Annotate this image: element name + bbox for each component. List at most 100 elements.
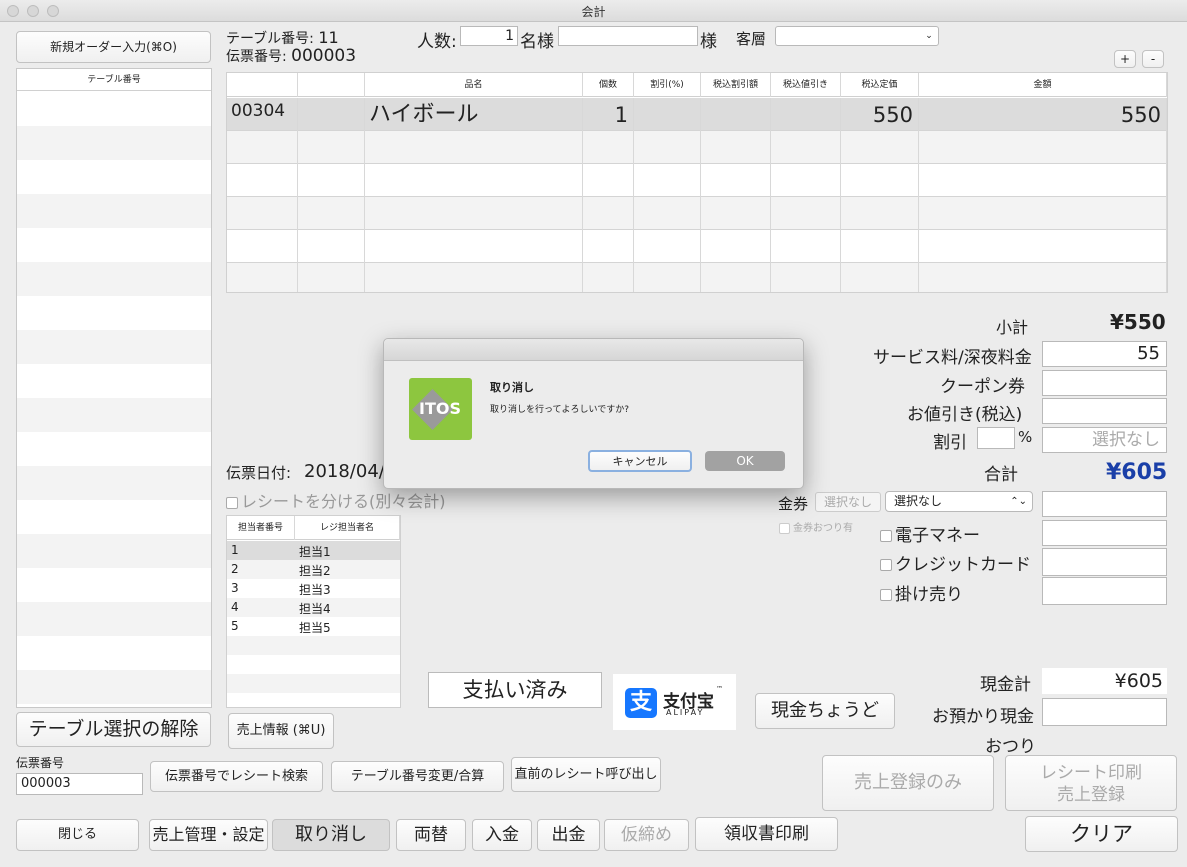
table-number-row[interactable]: [17, 296, 211, 330]
withdraw-button[interactable]: 出金: [537, 819, 600, 851]
cell-quantity: [583, 230, 634, 263]
table-number-row[interactable]: [17, 364, 211, 398]
staff-row[interactable]: [227, 693, 400, 707]
order-items-table[interactable]: 品名 個数 割引(%) 税込割引額 税込値引き 税込定価 金額 00304 ハイボール 1 550…: [226, 72, 1168, 293]
table-number-row[interactable]: [17, 500, 211, 534]
customer-type-label: 客層: [736, 30, 767, 48]
dialog-cancel-button[interactable]: キャンセル: [588, 450, 692, 472]
voucher-amount-input[interactable]: [1042, 491, 1167, 517]
staff-row[interactable]: [227, 655, 400, 674]
emoney-checkbox[interactable]: 電子マネー: [880, 521, 980, 546]
staff-row[interactable]: 5 担当5: [227, 617, 400, 636]
order-item-row[interactable]: [227, 164, 1167, 197]
cell-amount: 550: [919, 98, 1167, 131]
clear-button[interactable]: クリア: [1025, 816, 1178, 852]
staff-row[interactable]: 4 担当4: [227, 598, 400, 617]
header-staff-number: 担当者番号: [227, 516, 295, 540]
staff-row[interactable]: 2 担当2: [227, 560, 400, 579]
checkbox-icon: [779, 522, 790, 534]
voucher-tag[interactable]: 選択なし: [815, 492, 881, 512]
cell-code: [227, 230, 298, 263]
cancel-confirm-dialog: ITOS 取り消し 取り消しを行ってよろしいですか? キャンセル OK: [383, 338, 804, 489]
search-receipt-button[interactable]: 伝票番号でレシート検索: [150, 761, 323, 792]
discount-yen-input[interactable]: [1042, 398, 1167, 424]
staff-row[interactable]: [227, 636, 400, 655]
alipay-button[interactable]: 支 支付宝 ™ ALIPAY: [613, 674, 736, 730]
exchange-button[interactable]: 両替: [396, 819, 466, 851]
release-table-button[interactable]: テーブル選択の解除: [16, 712, 211, 747]
customer-type-select[interactable]: ⌄: [775, 26, 939, 46]
recall-receipt-button[interactable]: 直前のレシート呼び出し: [511, 757, 661, 792]
emoney-input[interactable]: [1042, 520, 1167, 546]
cell-quantity: [583, 164, 634, 197]
emoney-label: 電子マネー: [895, 526, 980, 546]
sales-info-button[interactable]: 売上情報 (⌘U): [228, 713, 334, 749]
exact-cash-button[interactable]: 現金ちょうど: [755, 693, 895, 729]
sales-management-button[interactable]: 売上管理・設定: [149, 819, 268, 851]
discount-select[interactable]: 選択なし: [1042, 427, 1167, 453]
table-number-row[interactable]: [17, 228, 211, 262]
coupon-input[interactable]: [1042, 370, 1167, 396]
order-item-row[interactable]: [227, 230, 1167, 263]
cell-tax-price-cut: [771, 98, 841, 131]
table-number-list[interactable]: テーブル番号: [16, 68, 212, 708]
table-number-row[interactable]: [17, 568, 211, 602]
order-item-row[interactable]: 00304 ハイボール 1 550 550: [227, 98, 1167, 131]
table-number-row[interactable]: [17, 92, 211, 126]
dialog-ok-button[interactable]: OK: [705, 451, 785, 471]
itos-logo-text: ITOS: [419, 399, 461, 418]
staff-row[interactable]: 1 担当1: [227, 541, 400, 560]
order-item-row[interactable]: [227, 197, 1167, 230]
cell-quantity: [583, 197, 634, 230]
table-number-row[interactable]: [17, 330, 211, 364]
credit-card-input[interactable]: [1042, 548, 1167, 576]
table-number-row[interactable]: [17, 466, 211, 500]
remove-row-button[interactable]: -: [1142, 50, 1164, 68]
paid-status-box[interactable]: 支払い済み: [428, 672, 602, 708]
temp-close-button[interactable]: 仮締め: [604, 819, 689, 851]
staff-row[interactable]: [227, 674, 400, 693]
order-item-row[interactable]: [227, 131, 1167, 164]
table-number-row[interactable]: [17, 194, 211, 228]
table-number-row[interactable]: [17, 126, 211, 160]
register-only-button[interactable]: 売上登録のみ: [822, 755, 994, 811]
table-number-row[interactable]: [17, 432, 211, 466]
checkbox-icon: [226, 496, 238, 509]
table-number-row[interactable]: [17, 602, 211, 636]
staff-row[interactable]: 3 担当3: [227, 579, 400, 598]
credit-sale-checkbox[interactable]: 掛け売り: [880, 580, 963, 605]
order-item-row[interactable]: [227, 263, 1167, 292]
print-register-button[interactable]: レシート印刷 売上登録: [1005, 755, 1177, 811]
window-title: 会計: [581, 5, 606, 19]
table-number-row[interactable]: [17, 636, 211, 670]
voucher-change-checkbox[interactable]: 金券おつり有: [779, 519, 853, 534]
table-number-row[interactable]: [17, 262, 211, 296]
discount-percent-input[interactable]: [977, 427, 1015, 449]
credit-sale-input[interactable]: [1042, 577, 1167, 605]
table-number-header: テーブル番号: [17, 69, 211, 91]
service-charge-input[interactable]: 55: [1042, 341, 1167, 367]
cancel-button[interactable]: 取り消し: [272, 819, 390, 851]
cell-unit-price: [841, 263, 919, 292]
print-receipt-button[interactable]: 領収書印刷: [695, 817, 838, 851]
voucher-select[interactable]: 選択なし ⌃⌄: [885, 491, 1033, 512]
people-input[interactable]: 1: [460, 26, 518, 46]
cash-deposit-input[interactable]: [1042, 698, 1167, 726]
table-number-row[interactable]: [17, 398, 211, 432]
bottom-slip-number-input[interactable]: 000003: [16, 773, 143, 795]
change-table-button[interactable]: テーブル番号変更/合算: [331, 761, 504, 792]
staff-table-header: 担当者番号 レジ担当者名: [227, 516, 400, 540]
customer-name-input[interactable]: [558, 26, 698, 46]
table-number-row[interactable]: [17, 160, 211, 194]
split-receipt-checkbox[interactable]: レシートを分ける(別々会計): [226, 488, 446, 512]
staff-table[interactable]: 担当者番号 レジ担当者名 1 担当1 2 担当2 3 担当3 4 担当4 5 担当5: [226, 515, 401, 708]
credit-card-checkbox[interactable]: クレジットカード: [880, 550, 1031, 575]
table-number-row[interactable]: [17, 670, 211, 704]
table-number-row[interactable]: [17, 534, 211, 568]
new-order-button[interactable]: 新規オーダー入力(⌘O): [16, 31, 211, 63]
add-row-button[interactable]: +: [1114, 50, 1136, 68]
register-sales-line: 売上登録: [1057, 785, 1125, 805]
deposit-button[interactable]: 入金: [472, 819, 532, 851]
close-button[interactable]: 閉じる: [16, 819, 139, 851]
cell-item-name: ハイボール: [365, 98, 583, 131]
